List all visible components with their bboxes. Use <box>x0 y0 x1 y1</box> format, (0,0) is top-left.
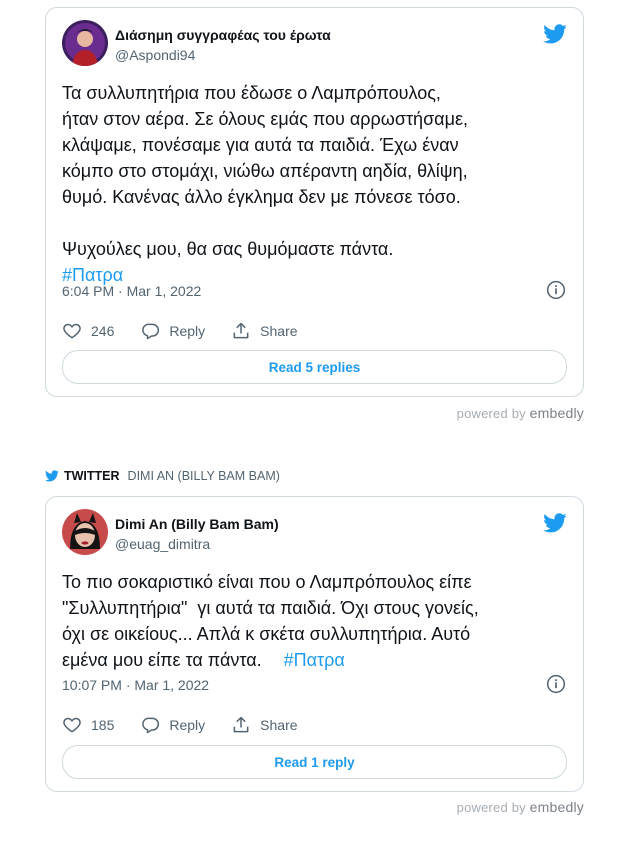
like-count: 246 <box>91 323 115 339</box>
author-name[interactable]: Διάσημη συγγραφέας του έρωτα <box>115 27 331 43</box>
share-icon <box>233 716 249 733</box>
embed-author: DIMI AN (BILLY BAM BAM) <box>127 469 280 483</box>
read-replies-button[interactable]: Read 1 reply <box>62 745 567 779</box>
like-button[interactable]: 185 <box>62 715 114 735</box>
share-button[interactable]: Share <box>231 715 298 735</box>
heart-icon <box>63 323 81 339</box>
tweet-card-2: Dimi An (Billy Bam Bam) @euag_dimitra Το… <box>45 496 584 792</box>
reply-label: Reply <box>169 323 206 339</box>
avatar[interactable] <box>62 20 108 66</box>
tweet-text-line: ήταν στον αέρα. Σε όλους εμάς που αρρωστ… <box>62 109 468 129</box>
share-label: Share <box>260 717 298 733</box>
reply-button[interactable]: Reply <box>140 321 205 341</box>
author-name[interactable]: Dimi An (Billy Bam Bam) <box>115 516 279 532</box>
tweet-text-line: "Συλλυπητήρια" γι αυτά τα παιδιά. Όχι στ… <box>62 598 479 618</box>
share-label: Share <box>260 323 298 339</box>
author-handle[interactable]: @Aspondi94 <box>115 47 195 63</box>
like-button[interactable]: 246 <box>62 321 114 341</box>
tweet-text-fragment: εμένα μου είπε τα πάντα. <box>62 650 262 670</box>
powered-by-embedly[interactable]: powered by embedly <box>457 405 584 421</box>
avatar[interactable] <box>62 509 108 555</box>
tweet-text-line: Το πιο σοκαριστικό είναι που ο Λαμπρόπου… <box>62 572 472 592</box>
info-icon[interactable] <box>546 280 566 300</box>
tweet-timestamp[interactable]: 10:07 PM · Mar 1, 2022 <box>62 677 209 693</box>
share-icon <box>233 322 249 339</box>
powered-by-embedly[interactable]: powered by embedly <box>457 799 584 815</box>
powered-brand: embedly <box>529 405 584 421</box>
tweet-text-line: κλάψαμε, πονέσαμε για αυτά τα παιδιά. Έχ… <box>62 135 459 155</box>
powered-brand: embedly <box>529 799 584 815</box>
read-replies-button[interactable]: Read 5 replies <box>62 350 567 384</box>
twitter-bird-icon <box>45 470 59 482</box>
tweet-text-line: Τα συλλυπητήρια που έδωσε ο Λαμπρόπουλος… <box>62 83 441 103</box>
tweet-timestamp[interactable]: 6:04 PM · Mar 1, 2022 <box>62 283 201 299</box>
tweet-text-line: θυμό. Κανένας άλλο έγκλημα δεν με πόνεσε… <box>62 187 461 207</box>
powered-prefix: powered by <box>456 800 526 815</box>
reply-icon <box>142 323 160 340</box>
author-handle[interactable]: @euag_dimitra <box>115 536 210 552</box>
tweet-actions: 246 Reply Share <box>62 319 324 343</box>
hashtag-link[interactable]: #Πατρα <box>284 650 345 670</box>
tweet-text-line: εμένα μου είπε τα πάντα. #Πατρα <box>62 647 562 673</box>
tweet-text: Τα συλλυπητήρια που έδωσε ο Λαμπρόπουλος… <box>62 80 562 288</box>
reply-button[interactable]: Reply <box>140 715 205 735</box>
like-count: 185 <box>91 717 115 733</box>
embed-header: TWITTER DIMI AN (BILLY BAM BAM) <box>45 469 280 483</box>
twitter-bird-icon[interactable] <box>543 511 567 535</box>
embed-source: TWITTER <box>64 469 120 483</box>
powered-prefix: powered by <box>456 406 526 421</box>
tweet-text-line: Ψυχούλες μου, θα σας θυμόμαστε πάντα. <box>62 239 394 259</box>
tweet-card-1: Διάσημη συγγραφέας του έρωτα @Aspondi94 … <box>45 7 584 397</box>
tweet-text-line: όχι σε οικείους... Απλά κ σκέτα συλλυπητ… <box>62 624 471 644</box>
info-icon[interactable] <box>546 674 566 694</box>
tweet-text-line: κόμπο στο στομάχι, νιώθω απέραντη αηδία,… <box>62 161 468 181</box>
heart-icon <box>63 717 81 733</box>
tweet-actions: 185 Reply Share <box>62 713 324 737</box>
reply-label: Reply <box>169 717 206 733</box>
share-button[interactable]: Share <box>231 321 298 341</box>
reply-icon <box>142 717 160 734</box>
twitter-bird-icon[interactable] <box>543 22 567 46</box>
tweet-text: Το πιο σοκαριστικό είναι που ο Λαμπρόπου… <box>62 569 562 673</box>
